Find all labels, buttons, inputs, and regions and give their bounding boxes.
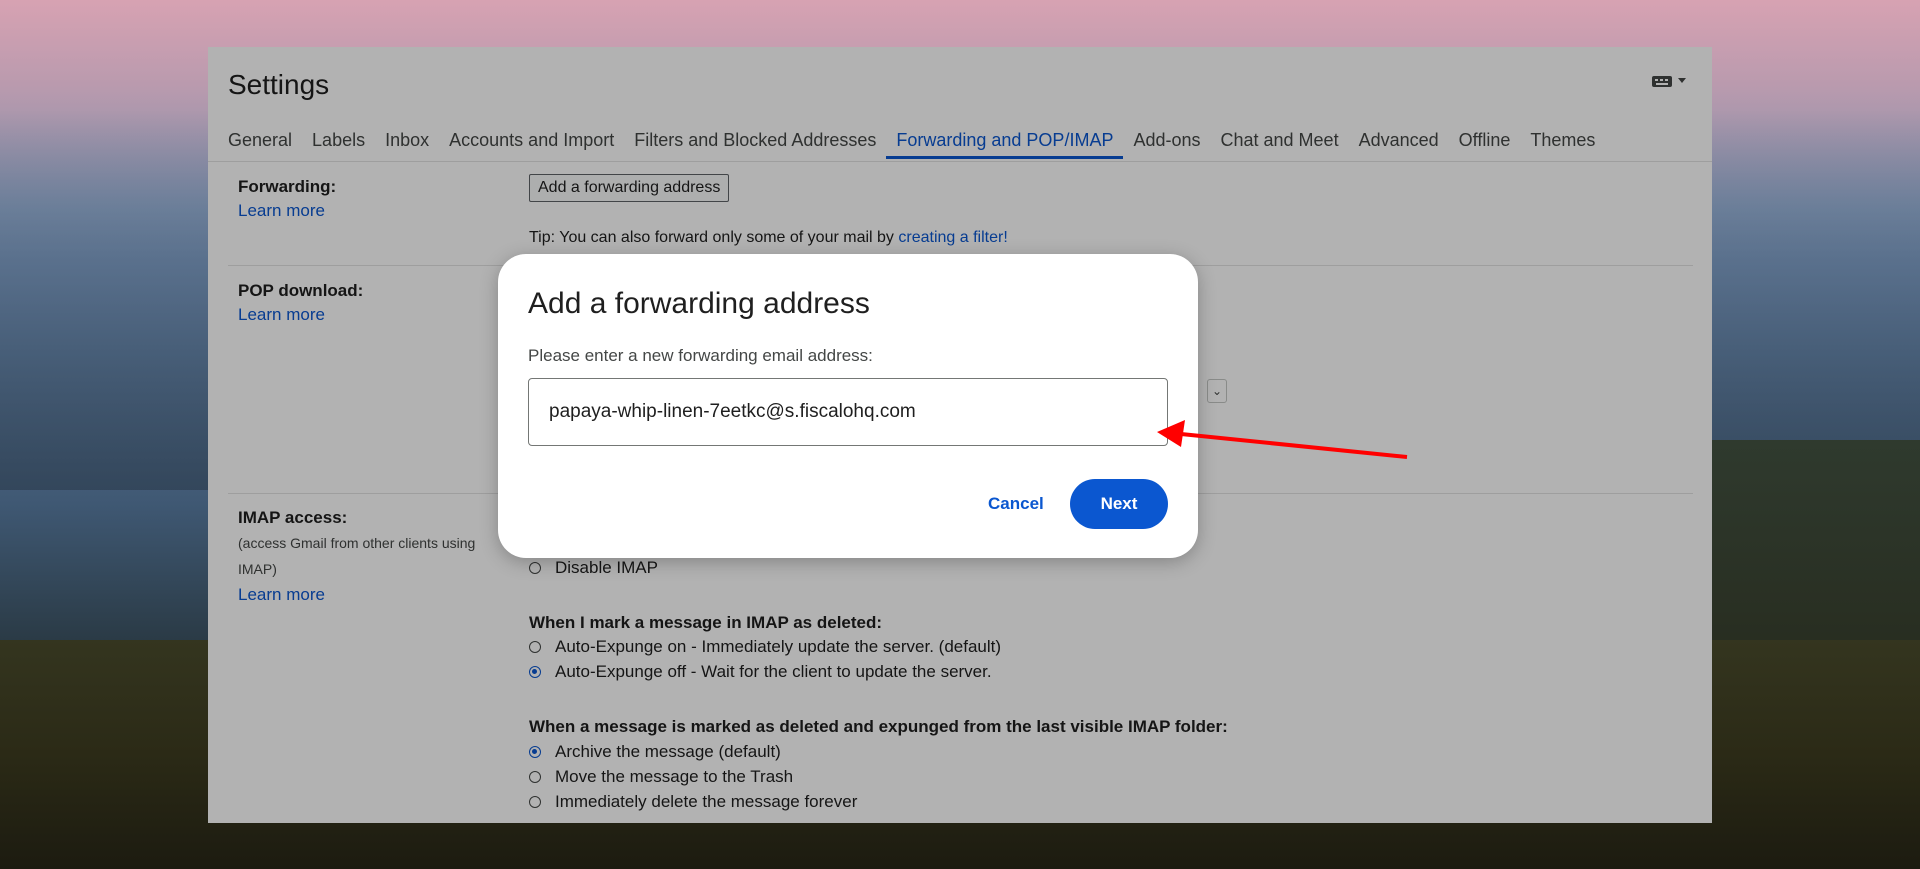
annotation-arrow-icon <box>1157 420 1408 459</box>
cancel-button[interactable]: Cancel <box>972 479 1060 529</box>
dialog-prompt: Please enter a new forwarding email addr… <box>528 346 873 365</box>
add-forwarding-address-dialog: Add a forwarding address Please enter a … <box>498 254 1198 558</box>
next-button[interactable]: Next <box>1070 479 1168 529</box>
dialog-title: Add a forwarding address <box>528 287 870 320</box>
forwarding-email-input[interactable] <box>528 378 1168 446</box>
